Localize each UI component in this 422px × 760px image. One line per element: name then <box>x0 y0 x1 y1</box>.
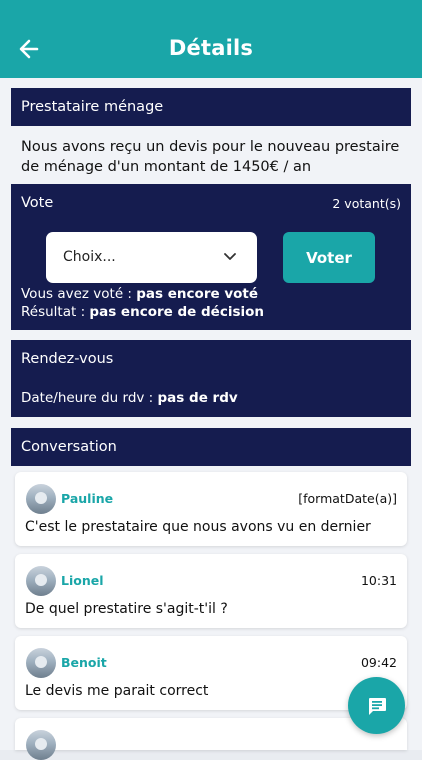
message-text: C'est le prestataire que nous avons vu e… <box>25 519 371 535</box>
rdv-status: Date/heure du rdv : pas de rdv <box>21 390 238 406</box>
vote-choice-select[interactable]: Choix... <box>46 232 257 283</box>
app-header: Détails <box>0 0 422 78</box>
message-card: Pauline [formatDate(a)] C'est le prestat… <box>15 472 407 546</box>
voted-label: Vous avez voté : <box>21 286 137 302</box>
description-text: Nous avons reçu un devis pour le nouveau… <box>21 139 400 175</box>
voted-value: pas encore voté <box>136 286 259 302</box>
vote-choice-value: Choix... <box>63 249 116 265</box>
avatar <box>26 730 56 760</box>
chat-icon <box>368 697 386 715</box>
message-author: Pauline <box>61 491 114 506</box>
voted-status: Vous avez voté : pas encore voté <box>21 286 258 302</box>
avatar <box>26 484 56 514</box>
conversation-title: Conversation <box>11 428 411 466</box>
rdv-label: Date/heure du rdv : <box>21 390 158 406</box>
result-status: Résultat : pas encore de décision <box>21 304 264 320</box>
rdv-panel: Rendez-vous Date/heure du rdv : pas de r… <box>11 340 411 417</box>
rdv-title: Rendez-vous <box>21 351 114 367</box>
avatar <box>26 566 56 596</box>
vote-panel: Vote 2 votant(s) Choix... Voter Vous ave… <box>11 184 411 330</box>
message-author: Benoit <box>61 655 107 670</box>
page-title: Détails <box>168 36 254 60</box>
message-text: De quel prestatire s'agit-t'il ? <box>25 601 228 617</box>
voters-count: 2 votant(s) <box>332 196 401 211</box>
message-time: 10:31 <box>360 573 397 588</box>
message-time: [formatDate(a)] <box>298 491 397 506</box>
rdv-value: pas de rdv <box>157 390 238 406</box>
new-message-button[interactable] <box>348 677 405 734</box>
message-text: Le devis me parait correct <box>25 683 209 699</box>
vote-label: Vote <box>21 195 54 211</box>
result-value: pas encore de décision <box>89 304 265 320</box>
avatar <box>26 648 56 678</box>
vote-button[interactable]: Voter <box>283 232 375 283</box>
chevron-down-icon <box>224 253 236 260</box>
section-title: Prestataire ménage <box>11 88 411 126</box>
message-time: 09:42 <box>360 655 397 670</box>
message-card-partial <box>15 718 407 760</box>
message-card: Lionel 10:31 De quel prestatire s'agit-t… <box>15 554 407 628</box>
message-author: Lionel <box>61 573 104 588</box>
result-label: Résultat : <box>21 304 90 320</box>
